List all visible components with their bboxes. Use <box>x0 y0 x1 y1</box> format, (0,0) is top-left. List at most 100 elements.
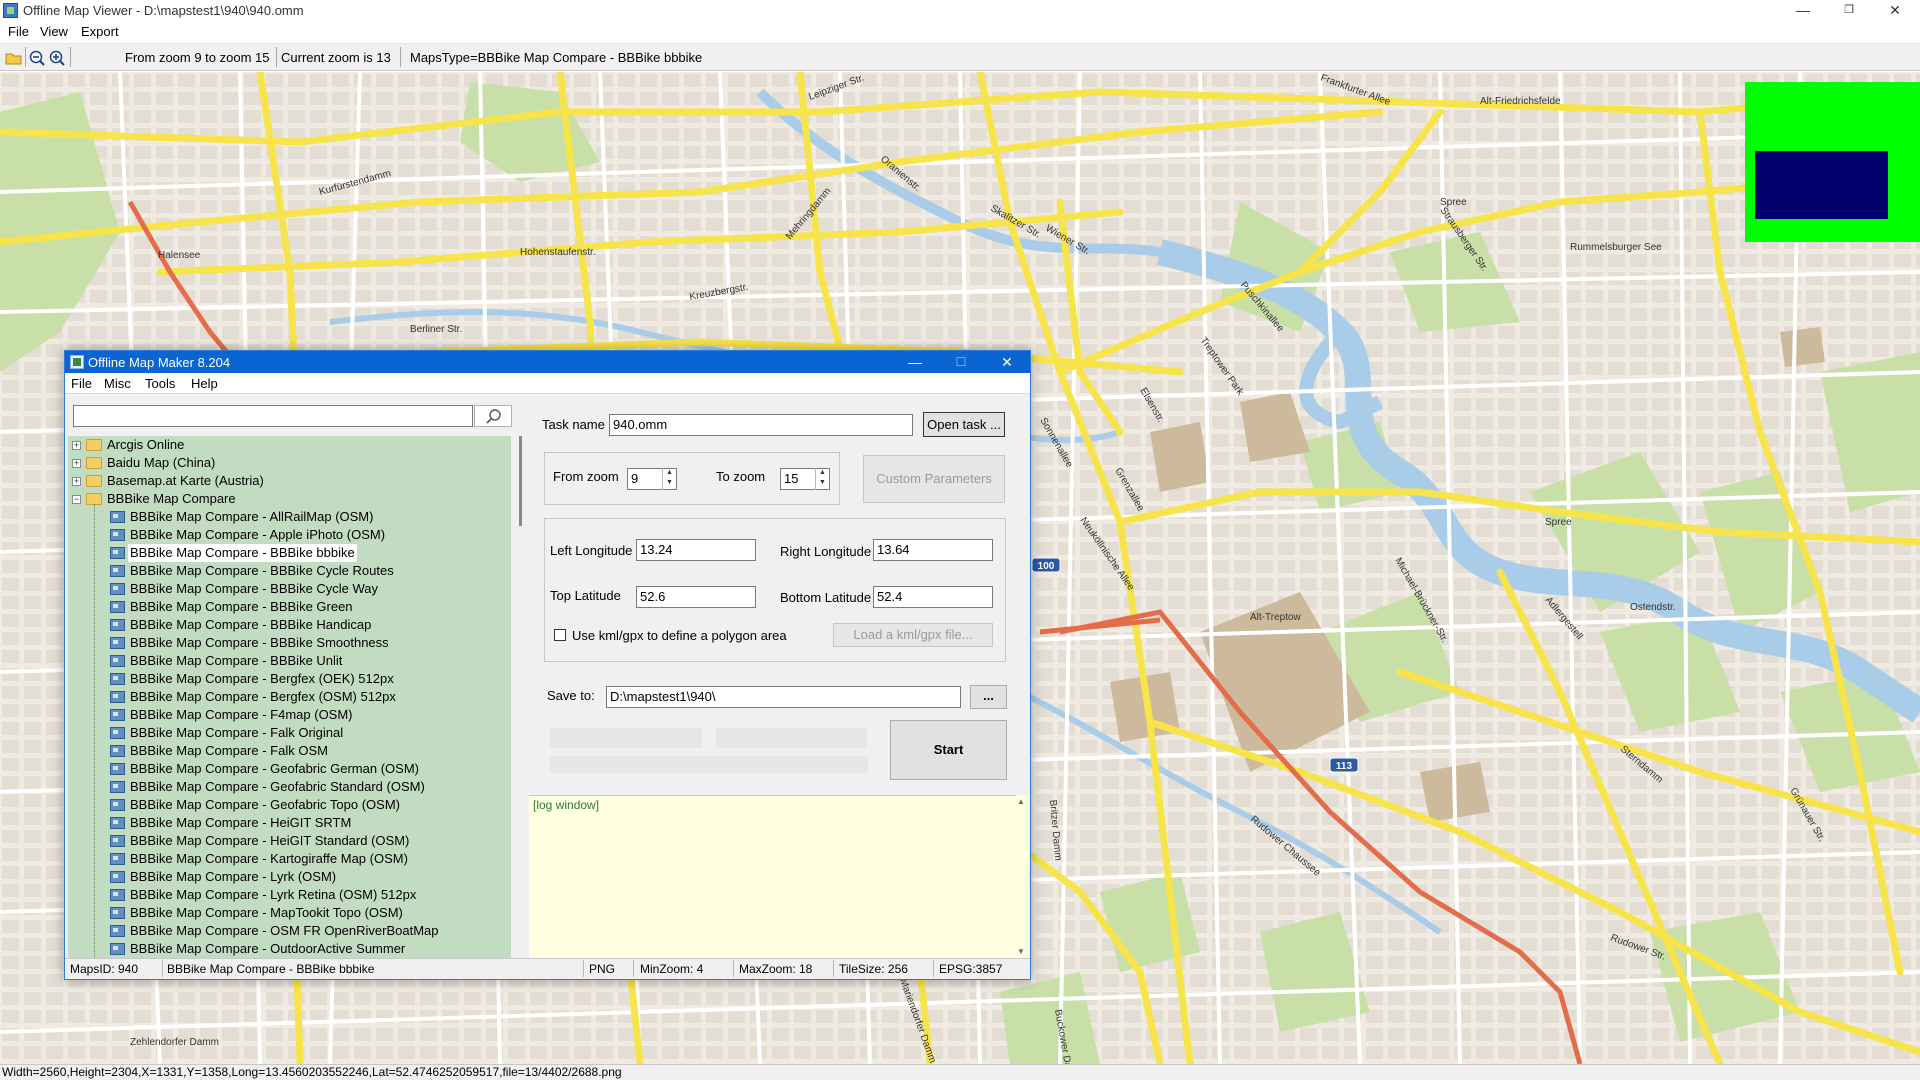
to-zoom-spinner[interactable]: 15 ▲ ▼ <box>780 468 830 490</box>
status-separator <box>733 960 734 977</box>
top-latitude-input[interactable]: 52.6 <box>636 586 756 608</box>
custom-parameters-button[interactable]: Custom Parameters <box>863 455 1005 503</box>
tree-map-item[interactable]: BBBike Map Compare - Kartogiraffe Map (O… <box>68 850 511 868</box>
tree-map-item[interactable]: BBBike Map Compare - Geofabric German (O… <box>68 760 511 778</box>
tree-map-item[interactable]: BBBike Map Compare - AllRailMap (OSM) <box>68 508 511 526</box>
load-kml-button[interactable]: Load a kml/gpx file... <box>833 623 993 647</box>
tree-map-item[interactable]: BBBike Map Compare - Lyrk Retina (OSM) 5… <box>68 886 511 904</box>
map-source-tree[interactable]: + Arcgis Online + Baidu Map (China) + Basemap… <box>68 436 511 958</box>
tree-folder-label: Basemap.at Karte (Austria) <box>107 473 264 488</box>
map-tile-icon <box>110 871 125 883</box>
search-button[interactable] <box>474 405 512 427</box>
tree-map-item[interactable]: BBBike Map Compare - Geofabric Standard … <box>68 778 511 796</box>
tree-map-item[interactable]: BBBike Map Compare - BBBike Smoothness <box>68 634 511 652</box>
expand-icon[interactable]: + <box>72 459 81 468</box>
toolbar-separator <box>25 47 26 67</box>
right-longitude-label: Right Longitude <box>780 544 872 559</box>
tree-map-item[interactable]: BBBike Map Compare - Geofabric Topo (OSM… <box>68 796 511 814</box>
map-tile-icon <box>110 673 125 685</box>
tree-map-item-label: BBBike Map Compare - BBBike Smoothness <box>130 635 389 650</box>
map-street-label: Ostendstr. <box>1630 602 1676 613</box>
tree-map-item-label: BBBike Map Compare - BBBike Cycle Routes <box>130 563 394 578</box>
tree-map-item[interactable]: BBBike Map Compare - Bergfex (OSM) 512px <box>68 688 511 706</box>
open-task-button[interactable]: Open task ... <box>923 412 1005 437</box>
progress-bar-1 <box>550 728 702 748</box>
save-to-label: Save to: <box>547 688 595 703</box>
bottom-latitude-input[interactable]: 52.4 <box>873 586 993 608</box>
menu-export[interactable]: Export <box>81 24 119 39</box>
from-zoom-spinner[interactable]: 9 ▲ ▼ <box>627 468 677 490</box>
tree-map-item[interactable]: BBBike Map Compare - OutdoorActive Summe… <box>68 940 511 958</box>
zoom-out-button[interactable] <box>28 49 46 67</box>
tree-map-item[interactable]: BBBike Map Compare - MapTookit Topo (OSM… <box>68 904 511 922</box>
tree-map-item[interactable]: BBBike Map Compare - BBBike Cycle Way <box>68 580 511 598</box>
save-to-input[interactable]: D:\mapstest1\940\ <box>606 686 961 708</box>
log-text: [log window] <box>533 798 600 812</box>
dialog-minimize-button[interactable]: — <box>892 351 938 373</box>
tree-map-item[interactable]: BBBike Map Compare - HeiGIT SRTM <box>68 814 511 832</box>
status-epsg: EPSG:3857 <box>939 962 1003 976</box>
tree-map-item-label: BBBike Map Compare - AllRailMap (OSM) <box>130 509 374 524</box>
tree-map-item[interactable]: BBBike Map Compare - HeiGIT Standard (OS… <box>68 832 511 850</box>
zoom-out-icon <box>29 50 45 66</box>
expand-icon[interactable]: + <box>72 441 81 450</box>
kml-polygon-checkbox[interactable] <box>554 629 566 641</box>
tree-map-item[interactable]: BBBike Map Compare - Lyrk (OSM) <box>68 868 511 886</box>
tree-folder[interactable]: − BBBike Map Compare <box>68 490 511 508</box>
start-button[interactable]: Start <box>890 720 1007 780</box>
to-zoom-label: To zoom <box>716 469 766 484</box>
minimize-button[interactable]: — <box>1780 0 1826 22</box>
dialog-menu-tools[interactable]: Tools <box>145 376 175 391</box>
right-longitude-input[interactable]: 13.64 <box>873 539 993 561</box>
menu-view[interactable]: View <box>40 24 68 39</box>
collapse-icon[interactable]: − <box>72 495 81 504</box>
restore-button[interactable]: ❐ <box>1826 0 1872 22</box>
scroll-down-icon[interactable]: ▼ <box>1017 947 1025 956</box>
folder-open-icon <box>5 53 22 65</box>
tree-map-item-label: BBBike Map Compare - Lyrk Retina (OSM) 5… <box>130 887 417 902</box>
tree-map-item[interactable]: BBBike Map Compare - Falk Original <box>68 724 511 742</box>
viewer-status-text: Width=2560,Height=2304,X=1331,Y=1358,Lon… <box>2 1065 622 1079</box>
dialog-menu-file[interactable]: File <box>71 376 92 391</box>
menu-file[interactable]: File <box>8 24 29 39</box>
tree-map-item[interactable]: BBBike Map Compare - OSM FR OpenRiverBoa… <box>68 922 511 940</box>
tree-map-item[interactable]: BBBike Map Compare - BBBike Cycle Routes <box>68 562 511 580</box>
toolbar-separator <box>70 47 71 67</box>
tree-map-item[interactable]: BBBike Map Compare - Bergfex (OEK) 512px <box>68 670 511 688</box>
map-search-input[interactable] <box>73 405 473 427</box>
tree-map-item[interactable]: BBBike Map Compare - Apple iPhoto (OSM) <box>68 526 511 544</box>
expand-icon[interactable]: + <box>72 477 81 486</box>
log-scrollbar[interactable]: ▲ ▼ <box>1016 795 1029 958</box>
tree-map-item[interactable]: BBBike Map Compare - F4map (OSM) <box>68 706 511 724</box>
dialog-close-button[interactable]: ✕ <box>984 351 1030 373</box>
dialog-menu-help[interactable]: Help <box>191 376 218 391</box>
zoom-in-button[interactable] <box>48 49 66 67</box>
minimap-viewport-rect[interactable] <box>1755 151 1888 219</box>
close-button[interactable]: ✕ <box>1872 0 1918 22</box>
tree-folder[interactable]: + Baidu Map (China) <box>68 454 511 472</box>
tree-map-item[interactable]: BBBike Map Compare - BBBike Green <box>68 598 511 616</box>
dialog-menu-misc[interactable]: Misc <box>104 376 131 391</box>
scroll-up-icon[interactable]: ▲ <box>1017 797 1025 806</box>
browse-folder-button[interactable]: ... <box>970 685 1007 709</box>
status-separator <box>933 960 934 977</box>
toolbar-separator <box>400 47 401 67</box>
open-folder-button[interactable] <box>5 49 23 67</box>
bottom-latitude-label: Bottom Latitude <box>780 590 872 605</box>
spinner-arrows-icon[interactable]: ▲ ▼ <box>662 468 676 490</box>
tree-folder[interactable]: + Basemap.at Karte (Austria) <box>68 472 511 490</box>
tree-folder-label: Baidu Map (China) <box>107 455 216 470</box>
tree-map-item[interactable]: BBBike Map Compare - BBBike Handicap <box>68 616 511 634</box>
kml-polygon-label: Use kml/gpx to define a polygon area <box>572 628 787 643</box>
tree-map-item[interactable]: BBBike Map Compare - BBBike Unlit <box>68 652 511 670</box>
tree-folder[interactable]: + Arcgis Online <box>68 436 511 454</box>
tree-scrollbar-thumb[interactable] <box>519 436 522 526</box>
dialog-maximize-button[interactable]: ☐ <box>938 351 984 373</box>
task-name-input[interactable]: 940.omm <box>609 414 913 436</box>
left-longitude-input[interactable]: 13.24 <box>636 539 756 561</box>
spinner-arrows-icon[interactable]: ▲ ▼ <box>815 468 829 490</box>
log-window[interactable] <box>529 795 1016 959</box>
folder-icon <box>86 457 102 469</box>
tree-map-item[interactable]: BBBike Map Compare - Falk OSM <box>68 742 511 760</box>
tree-map-item[interactable]: BBBike Map Compare - BBBike bbbike <box>68 544 511 562</box>
